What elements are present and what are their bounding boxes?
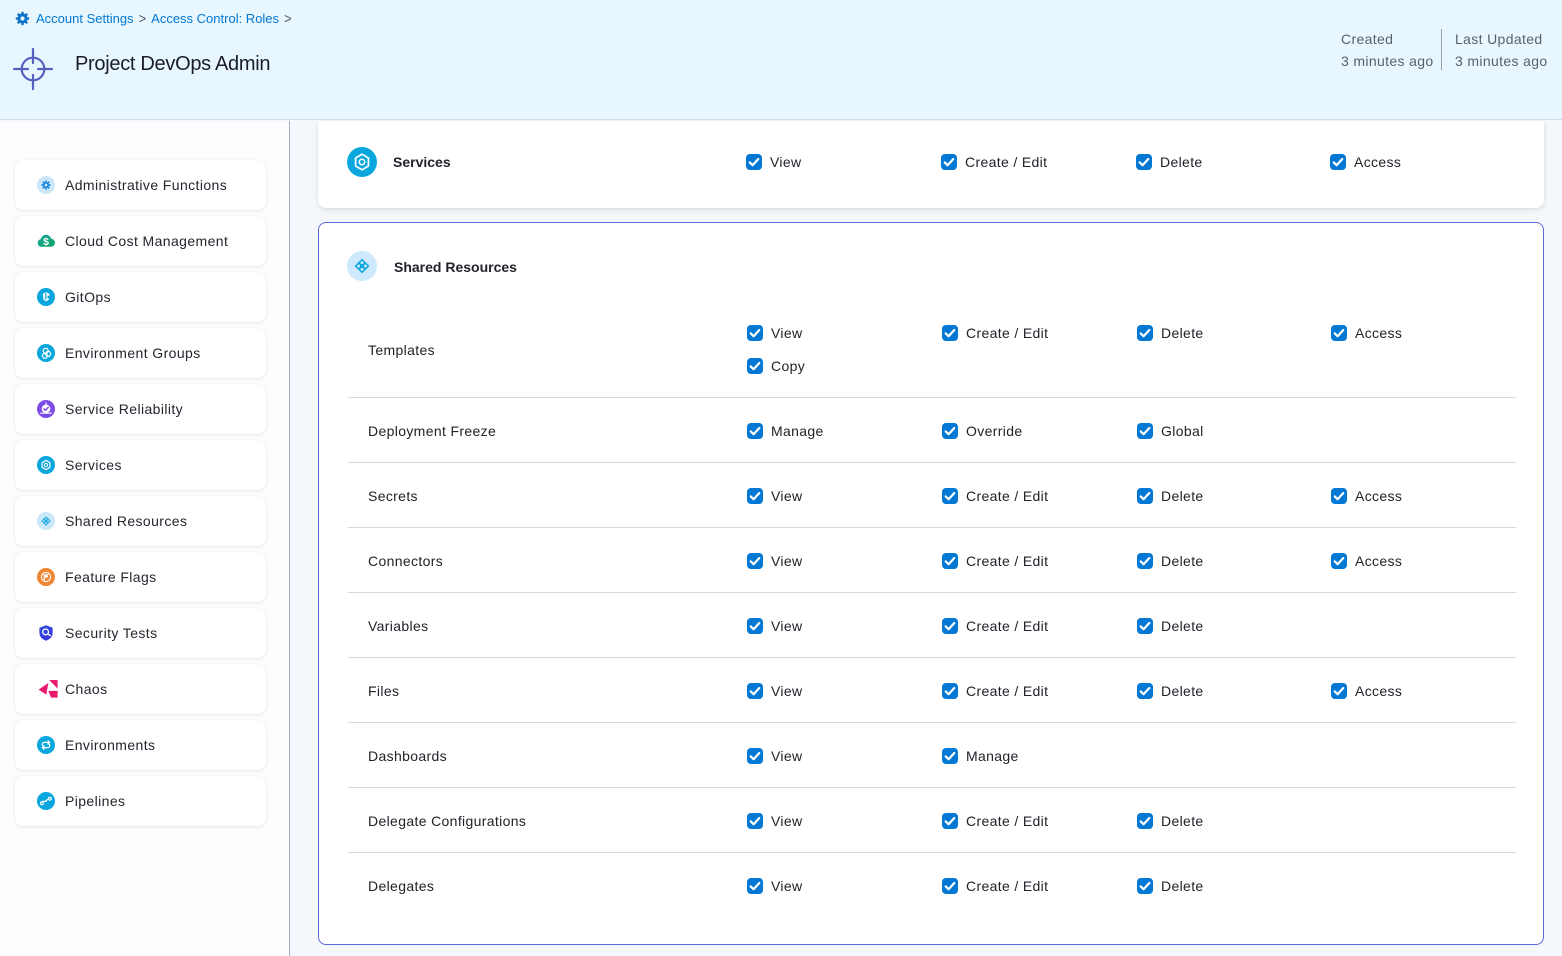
svg-text:$: $	[43, 236, 49, 248]
